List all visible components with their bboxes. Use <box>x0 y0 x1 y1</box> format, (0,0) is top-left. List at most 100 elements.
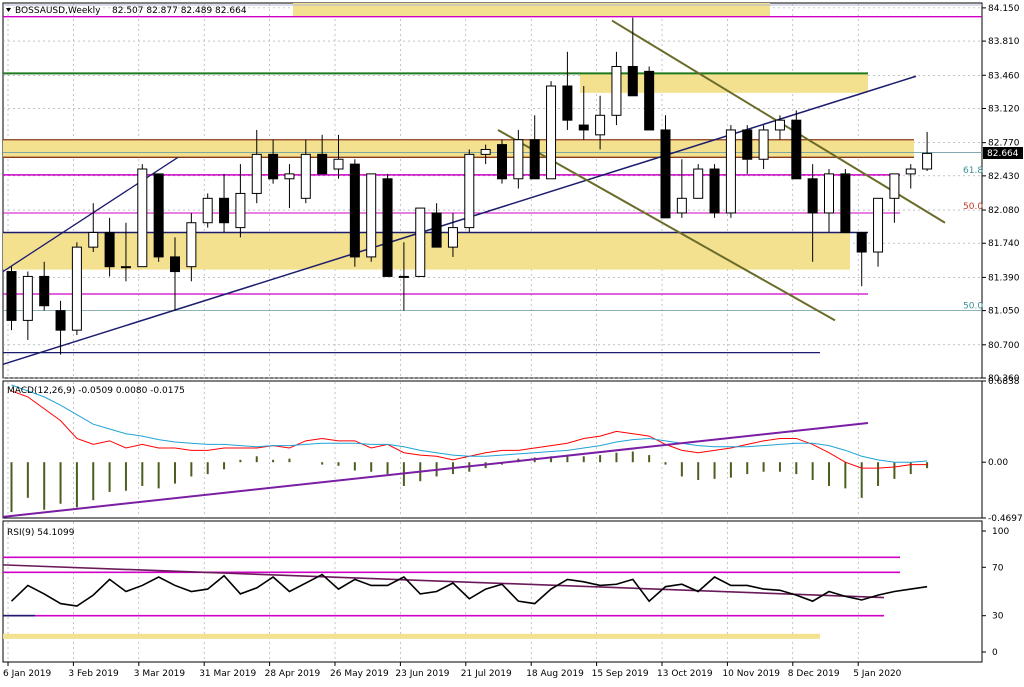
candle-body <box>905 168 916 175</box>
candle-body <box>562 85 573 121</box>
candle-body <box>284 173 295 180</box>
demand-zone <box>3 232 850 270</box>
y-tick-label: 82.080 <box>988 206 1020 216</box>
candle-body <box>39 275 50 307</box>
candle-body <box>611 65 622 116</box>
candle-body <box>840 173 851 233</box>
current-price-label: 82.664 <box>987 149 1019 159</box>
candle-body <box>153 173 164 258</box>
y-tick-label: 83.460 <box>988 71 1020 81</box>
rsi-title: RSI(9) 54.1099 <box>7 528 75 538</box>
candle-body <box>300 153 311 199</box>
supply-zone-upper <box>580 73 868 93</box>
candle-body <box>251 153 262 194</box>
rsi-zone <box>3 633 820 639</box>
candle-body <box>709 168 720 214</box>
y-tick-label: 83.810 <box>988 37 1020 47</box>
candle-body <box>170 256 180 273</box>
candle-body <box>398 275 409 278</box>
candle-body <box>742 129 753 160</box>
price-y-axis: 84.15083.81083.46083.12082.77082.43082.0… <box>982 4 1023 384</box>
y-tick-label: 30 <box>992 612 1004 622</box>
candle-body <box>791 119 802 180</box>
candle-body <box>22 275 33 321</box>
candle-body <box>644 70 655 131</box>
candle-body <box>889 173 900 199</box>
macd-title: MACD(12,26,9) -0.0509 0.0080 -0.0175 <box>7 386 185 396</box>
candle-body <box>758 129 769 160</box>
candle-body <box>774 119 785 131</box>
y-tick-label: 81.740 <box>988 239 1020 249</box>
candle-body <box>922 152 933 170</box>
candle-body <box>6 271 17 321</box>
fib-label: 50.0 <box>963 302 983 312</box>
y-tick-label: 70 <box>992 563 1004 573</box>
candle-body <box>464 153 475 229</box>
candle-body <box>333 158 344 170</box>
y-tick-label: 83.120 <box>988 104 1020 114</box>
y-tick-label: 84.150 <box>988 4 1020 14</box>
x-tick-label: 13 Oct 2019 <box>657 669 713 679</box>
resistance-zone <box>3 139 914 158</box>
candle-body <box>627 65 638 97</box>
x-tick-label: 28 Apr 2019 <box>265 669 321 679</box>
y-tick-label: 81.390 <box>988 273 1020 283</box>
x-tick-label: 15 Sep 2019 <box>592 669 649 679</box>
x-tick-label: 31 Mar 2019 <box>199 669 256 679</box>
y-tick-label: 100 <box>992 527 1009 537</box>
candle-body <box>824 173 834 214</box>
price-pane[interactable] <box>2 2 983 379</box>
candle-body <box>349 163 360 258</box>
candle-body <box>856 231 867 253</box>
x-tick-label: 3 Feb 2019 <box>68 669 119 679</box>
candle-body <box>186 222 197 268</box>
ohlc-values: 82.507 82.877 82.489 82.664 <box>112 6 247 16</box>
candle-body <box>382 178 393 277</box>
candle-body <box>202 197 213 224</box>
candle-body <box>137 168 148 268</box>
candle-body <box>497 144 507 180</box>
y-tick-label: 0 <box>992 648 998 658</box>
chart-root: 61.8 50.0 50.0 84.150 83.810 83.460 83.120 82.… <box>0 0 1024 683</box>
trading-chart: 61.8 50.0 50.0 84.150 83.810 83.460 83.120 82.… <box>2 2 1023 679</box>
y-tick-label: -0.4697 <box>988 514 1023 524</box>
candle-body <box>317 153 328 175</box>
macd-pane[interactable] <box>2 380 983 519</box>
candle-body <box>693 168 704 199</box>
y-tick-label: 80.700 <box>988 341 1020 351</box>
candle-body <box>415 207 426 277</box>
candle-body <box>219 197 230 224</box>
candle-body <box>431 212 442 248</box>
candle-body <box>660 129 671 219</box>
candle-body <box>807 178 818 214</box>
macd-y-axis: 0.6838 0.00 -0.4697 <box>982 377 1023 524</box>
candle-body <box>529 139 540 180</box>
x-tick-label: 23 Jun 2019 <box>395 669 449 679</box>
fib-label: 50.0 <box>963 202 983 212</box>
x-tick-label: 10 Nov 2019 <box>722 669 780 679</box>
x-tick-label: 8 Dec 2019 <box>788 669 840 679</box>
candle-body <box>71 246 82 331</box>
x-tick-label: 3 Mar 2019 <box>134 669 186 679</box>
y-tick-label: 0.00 <box>988 458 1008 468</box>
candle-body <box>513 139 524 180</box>
candle-body <box>104 231 115 268</box>
candle-body <box>366 173 377 258</box>
candle-body <box>546 85 557 180</box>
candle-body <box>88 231 99 248</box>
time-axis: 6 Jan 2019 3 Feb 2019 3 Mar 2019 31 Mar 201… <box>3 662 902 679</box>
fib-label: 61.8 <box>963 166 983 176</box>
candle-body <box>120 266 131 269</box>
candle-body <box>480 148 491 155</box>
rsi-pane[interactable] <box>2 520 983 663</box>
y-tick-label: 81.050 <box>988 307 1020 317</box>
x-tick-label: 5 Jan 2020 <box>853 669 901 679</box>
candle-body <box>676 197 687 214</box>
candle-body <box>873 197 884 253</box>
x-tick-label: 6 Jan 2019 <box>3 669 51 679</box>
candle-body <box>268 153 279 180</box>
candle-body <box>235 192 246 229</box>
candle-body <box>725 129 736 214</box>
candle-body <box>447 227 458 248</box>
y-tick-label: 82.430 <box>988 172 1020 182</box>
